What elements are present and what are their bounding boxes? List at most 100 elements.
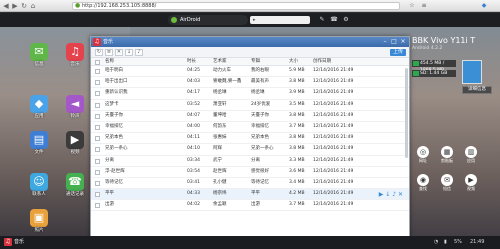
song-name: 幸福排忆 <box>105 123 123 129</box>
tool-find[interactable]: ◉ 查找 <box>412 174 434 192</box>
desktop-icon-files[interactable]: ▤ 文件 <box>24 131 54 156</box>
song-row[interactable]: 出游 04:02 余孟颖 出游 3.7 MB 12/14/2016 21:49 <box>91 200 409 212</box>
song-name: 重新认识我 <box>105 90 128 96</box>
upload-button[interactable]: 上传 <box>390 49 406 56</box>
row-checkbox[interactable] <box>95 136 100 142</box>
col-name[interactable]: 名称 <box>105 58 114 66</box>
song-row[interactable]: 兄弟本色 04:11 张惠妹 兄弟本色 3.8 MB 12/14/2016 21:49 <box>91 133 409 145</box>
song-duration: 03:52 <box>187 101 200 107</box>
desktop-icon-photos[interactable]: ▣ 照片 <box>24 209 54 234</box>
song-row[interactable]: 这梦卡 03:52 萧亚轩 24岁优爱 3.5 MB 12/14/2016 21:49 <box>91 100 409 111</box>
row-checkbox[interactable] <box>95 91 100 97</box>
desktop-icon-calllog[interactable]: ☎ 通话记录 <box>60 173 90 198</box>
wifi-icon: ◔ <box>434 239 439 245</box>
col-size[interactable]: 大小 <box>289 58 298 66</box>
song-row[interactable]: 分离 03:34 武宁 分离 3.3 MB 12/14/2016 21:49 <box>91 156 409 167</box>
phone-screenshot[interactable] <box>462 60 482 84</box>
song-row[interactable]: 咱于出出口 04:03 寮敢魏,寮一鑫 最美有声 3.8 MB 12/14/2016 21… <box>91 77 409 89</box>
scrollbar[interactable] <box>405 68 408 158</box>
home-icon[interactable]: ⌂ <box>29 2 37 10</box>
search-input[interactable]: ▸ <box>250 16 310 24</box>
window-title: 音乐 <box>103 39 114 45</box>
song-artist: 寮敢魏,寮一鑫 <box>213 79 242 85</box>
airdroid-desktop: AirDroid ▸ ✎ ☎ ⚙ ✉ 信息 ♫ 音乐 ◆ 应用 ◄ 铃声 ▤ 文… <box>0 13 500 249</box>
desktop-icon-videos[interactable]: ▶ 视频 <box>60 131 90 156</box>
address-bar[interactable]: ● http://192.168.253.105:8888/ <box>72 2 400 10</box>
ringtone-set-icon[interactable]: ♪ <box>135 49 143 56</box>
desktop-icon-messages[interactable]: ✉ 信息 <box>24 43 54 68</box>
tool-camera[interactable]: ▶ 视频 <box>460 174 482 192</box>
back-icon[interactable]: ◀ <box>2 2 10 10</box>
song-album: 幸福排忆 <box>251 123 269 129</box>
storage-sd-text: SD: 1.44 GB <box>420 71 448 76</box>
apk-icon: ▥ <box>465 146 477 158</box>
close-icon[interactable]: × <box>399 38 407 46</box>
reload-icon[interactable]: ↻ <box>20 2 28 10</box>
tool-url[interactable]: ◎ 网址 <box>412 146 434 164</box>
window-titlebar[interactable]: ♫ 音乐 – □ × <box>91 37 409 47</box>
song-row[interactable]: 平平 04:33 杨宗纬 平平 4.2 MB 12/14/2016 21:49 ▶ ↓ ♪ … <box>91 189 409 201</box>
row-checkbox[interactable] <box>95 158 100 164</box>
col-date[interactable]: 创作日期 <box>313 58 331 66</box>
desktop-icon-music[interactable]: ♫ 音乐 <box>60 43 90 68</box>
col-duration[interactable]: 时长 <box>187 58 196 66</box>
row-checkbox[interactable] <box>95 102 100 108</box>
globe-icon: ◎ <box>417 146 429 158</box>
menu-icon[interactable]: ≡ <box>420 2 428 10</box>
details-button[interactable]: 详细信息 <box>462 86 492 94</box>
song-row[interactable]: 咱于明白 04:25 动力火车 我的右眼 5.9 MB 12/14/2016 21:49 <box>91 66 409 78</box>
song-duration: 04:02 <box>187 202 200 208</box>
row-checkbox[interactable] <box>95 203 100 209</box>
playlist-icon[interactable]: ≡ <box>105 49 113 56</box>
row-checkbox[interactable] <box>95 180 100 186</box>
download-icon[interactable]: ↓ <box>125 49 133 56</box>
song-date: 12/14/2016 21:49 <box>313 68 354 73</box>
minimize-icon[interactable]: – <box>381 38 389 46</box>
extension-icon[interactable]: ◆ <box>480 2 488 10</box>
song-row[interactable]: 兄弟一条心 04:10 阿辉 兄弟一条心 3.8 MB 12/14/2016 21:49 <box>91 144 409 156</box>
row-action-icons[interactable]: ▶ ↓ ♪ ✕ <box>379 190 403 200</box>
edit-icon[interactable]: ✎ <box>318 16 326 24</box>
phone-icon[interactable]: ☎ <box>330 16 338 24</box>
desktop-icon-label: 音乐 <box>70 62 80 67</box>
tool-apps[interactable]: ▥ 应用 <box>460 146 482 164</box>
row-checkbox[interactable] <box>95 169 100 175</box>
apps-icon: ◆ <box>30 95 48 113</box>
tool-sms[interactable]: ✉ 短信 <box>436 174 458 192</box>
desktop-icon-contacts[interactable]: ☺ 联系人 <box>24 173 54 198</box>
song-duration: 04:17 <box>187 90 200 96</box>
select-all-checkbox[interactable] <box>95 59 100 65</box>
row-checkbox[interactable] <box>95 147 100 153</box>
desktop-icon-apps[interactable]: ◆ 应用 <box>24 95 54 120</box>
song-artist: 何韵东 <box>213 123 227 129</box>
forward-icon[interactable]: ▶ <box>11 2 19 10</box>
desktop-icon-ringtones[interactable]: ◄ 铃声 <box>60 95 90 120</box>
song-row[interactable]: 浮-赵世辉 03:54 赵世辉 感觉很好 3.6 MB 12/14/2016 21:49 <box>91 167 409 178</box>
song-row[interactable]: 等待记忆 03:41 孔小健 等待记忆 3.4 MB 12/14/2016 21:49 <box>91 178 409 190</box>
col-album[interactable]: 专辑 <box>251 58 260 66</box>
taskbar-music[interactable]: ♫ 音乐 <box>4 238 24 247</box>
settings-icon[interactable]: ⚙ <box>342 16 350 24</box>
delete-icon[interactable]: ✕ <box>115 49 123 56</box>
col-artist[interactable]: 艺术家 <box>213 58 227 66</box>
tool-clipboard[interactable]: ▦ 剪贴板 <box>436 146 458 164</box>
android-version: Android 4.2.2 <box>412 46 443 51</box>
song-name: 这梦卡 <box>105 101 119 107</box>
star-icon[interactable]: ☆ <box>408 2 416 10</box>
maximize-icon[interactable]: □ <box>390 38 398 46</box>
row-checkbox[interactable] <box>95 69 100 74</box>
row-checkbox[interactable] <box>95 192 100 198</box>
song-row[interactable]: 幸福排忆 04:00 何韵东 幸福排忆 3.7 MB 12/14/2016 21:49 <box>91 122 409 134</box>
song-row[interactable]: 天臺子你 04:07 董坤哈 天臺子你 3.8 MB 12/14/2016 21:49 <box>91 111 409 122</box>
song-duration: 03:54 <box>187 168 200 174</box>
song-list: 咱于明白 04:25 动力火车 我的右眼 5.9 MB 12/14/2016 21:49 咱… <box>91 66 409 212</box>
row-checkbox[interactable] <box>95 124 100 130</box>
airdroid-logo[interactable]: AirDroid <box>168 15 248 25</box>
refresh-icon[interactable]: ↻ <box>95 49 103 56</box>
window-toolbar: ↻ ≡ ✕ ↓ ♪ 上传 <box>91 47 409 58</box>
clipboard-icon: ▦ <box>441 146 453 158</box>
music-app-icon: ♫ <box>93 38 101 46</box>
row-checkbox[interactable] <box>95 113 100 119</box>
song-row[interactable]: 重新认识我 04:17 杨丞琳 杨丞琳 3.9 MB 12/14/2016 21:49 <box>91 88 409 100</box>
row-checkbox[interactable] <box>95 80 100 86</box>
